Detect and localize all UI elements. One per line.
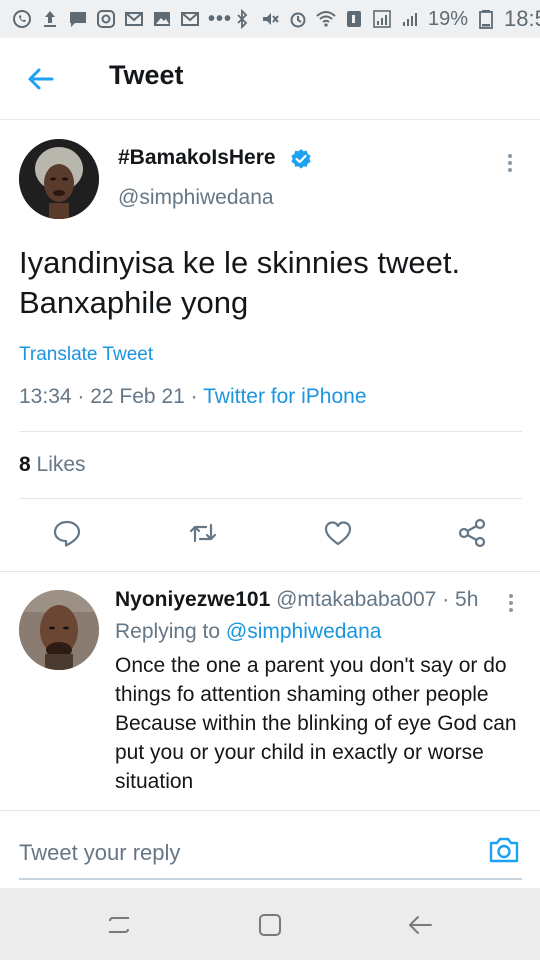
like-icon — [324, 521, 352, 546]
app-header: Tweet — [0, 38, 540, 120]
bluetooth-icon — [232, 9, 252, 29]
verified-badge-icon — [290, 148, 312, 170]
reply-header: Nyoniyezwe101 @mtakababa007 · 5h — [115, 588, 478, 612]
gmail-icon — [124, 9, 144, 29]
replying-to-handle[interactable]: @simphiwedana — [226, 620, 382, 643]
battery-icon — [476, 9, 496, 29]
system-back-button[interactable] — [405, 910, 435, 940]
reply-icon — [53, 520, 81, 547]
tweet-actions — [0, 517, 540, 557]
status-time: 18:57 — [504, 6, 540, 31]
status-overflow: ••• — [208, 7, 233, 30]
tweet-more-button[interactable] — [497, 150, 523, 176]
replying-to: Replying to @simphiwedana — [115, 620, 381, 644]
camera-button[interactable] — [487, 833, 521, 867]
message-icon — [68, 9, 88, 29]
retweet-button[interactable] — [187, 517, 219, 549]
instagram-icon — [96, 9, 116, 29]
recents-button[interactable] — [104, 910, 134, 940]
author-handle[interactable]: @simphiwedana — [118, 186, 274, 210]
wifi-icon — [316, 9, 336, 29]
page-title: Tweet — [109, 60, 184, 90]
status-bar: ••• 19% 18:57 — [0, 0, 540, 38]
reply-button[interactable] — [51, 517, 83, 549]
composer-divider — [0, 810, 540, 811]
tweet-source-link[interactable]: Twitter for iPhone — [203, 385, 366, 408]
more-vertical-icon — [509, 594, 513, 612]
reply-more-button[interactable] — [498, 590, 524, 616]
back-arrow-icon — [28, 68, 54, 90]
home-button[interactable] — [255, 910, 285, 940]
reply-text: Once the one a parent you don't say or d… — [115, 654, 517, 793]
upload-icon — [40, 9, 60, 29]
replying-to-prefix: Replying to — [115, 620, 221, 643]
likes-count: 8 — [19, 453, 31, 476]
reply-input[interactable] — [19, 836, 459, 870]
author-avatar[interactable] — [19, 139, 99, 219]
sim-icon — [344, 9, 364, 29]
likes-stat[interactable]: 8 Likes — [19, 453, 86, 477]
likes-label: Likes — [36, 453, 86, 476]
translate-tweet-link[interactable]: Translate Tweet — [19, 344, 153, 366]
mute-icon — [260, 9, 280, 29]
more-vertical-icon — [508, 154, 512, 172]
tweet-text: Iyandinyisa ke le skinnies tweet. Banxap… — [19, 245, 461, 320]
reply-timestamp: 5h — [455, 588, 479, 611]
reply-author-name[interactable]: Nyoniyezwe101 — [115, 588, 270, 611]
status-bar-system: 19% 18:57 — [232, 6, 540, 32]
battery-percent: 19% — [428, 7, 469, 30]
tweet-date: 22 Feb 21 — [90, 385, 185, 408]
gmail-icon — [180, 9, 200, 29]
meta-separator: · — [190, 385, 204, 408]
camera-icon — [489, 837, 519, 863]
back-button[interactable] — [26, 64, 56, 94]
home-icon — [259, 914, 281, 936]
share-icon — [458, 518, 486, 548]
alarm-icon — [288, 9, 308, 29]
tweet-meta: 13:34 · 22 Feb 21 · Twitter for iPhone — [19, 385, 367, 409]
thread-divider — [0, 571, 540, 572]
signal-bars-icon — [400, 9, 420, 29]
tweet-time: 13:34 — [19, 385, 72, 408]
status-bar-notifications: ••• — [12, 8, 232, 31]
divider — [19, 498, 522, 499]
image-icon — [152, 9, 172, 29]
reply-author-avatar[interactable] — [19, 590, 99, 670]
divider — [19, 431, 522, 432]
like-button[interactable] — [322, 517, 354, 549]
signal-icon — [372, 9, 392, 29]
recents-icon — [109, 917, 129, 933]
composer-underline — [19, 878, 522, 880]
reply-author-handle[interactable]: @mtakababa007 — [276, 588, 436, 611]
system-nav-bar — [0, 888, 540, 960]
whatsapp-icon — [12, 9, 32, 29]
share-button[interactable] — [456, 517, 488, 549]
author-display-name[interactable]: #BamakoIsHere — [118, 146, 276, 170]
back-icon — [409, 916, 432, 934]
reply-separator: · — [442, 588, 450, 611]
meta-separator: · — [77, 385, 91, 408]
retweet-icon — [189, 523, 217, 543]
